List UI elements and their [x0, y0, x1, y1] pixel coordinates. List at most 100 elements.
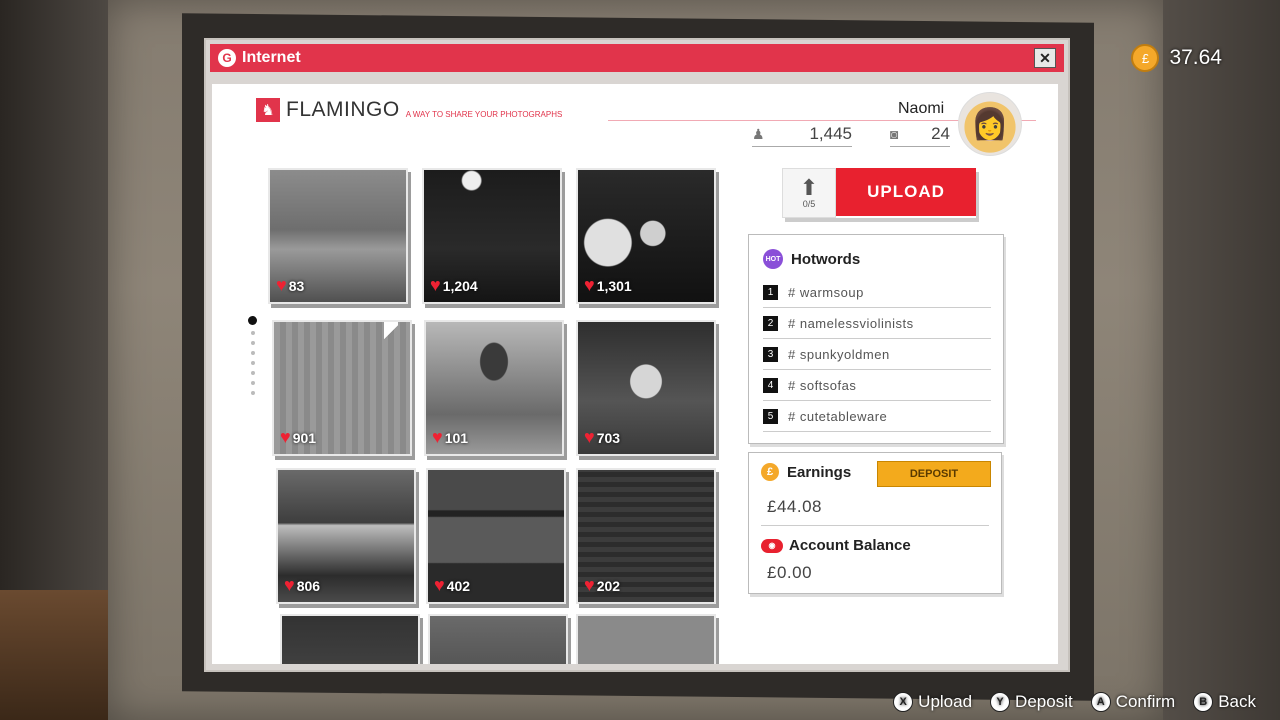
photo-tile[interactable] [428, 614, 568, 664]
upload-button[interactable]: UPLOAD [836, 168, 976, 216]
hud-balance: 37.64 [1169, 46, 1222, 69]
hotword-tag: # softsofas [788, 377, 857, 393]
photo-tile[interactable]: ♥ 1,204 [422, 168, 562, 304]
photo-tile[interactable]: ♥ 83 [268, 168, 408, 304]
photo-tile[interactable]: ♥ 806 [276, 468, 416, 604]
hotword-tag: # warmsoup [788, 284, 864, 300]
photos-count: 24 [931, 124, 950, 143]
mouse-cursor [384, 322, 398, 342]
hint-label: Back [1218, 692, 1256, 711]
heart-icon: ♥ [284, 575, 295, 595]
page-dot[interactable] [250, 371, 255, 375]
earnings-amount: £44.08 [767, 497, 822, 516]
controller-hints: X Upload Y Deposit A Confirm B Back [893, 692, 1256, 712]
pound-coin-icon: £ [1131, 44, 1160, 72]
heart-icon: ♥ [584, 275, 595, 295]
photo-tile[interactable] [576, 614, 716, 664]
hotword-tag: # cutetableware [788, 408, 888, 424]
page-indicator[interactable] [248, 316, 257, 395]
like-count: 202 [596, 577, 621, 594]
y-button-icon: Y [990, 692, 1011, 712]
hint-label: Confirm [1115, 692, 1176, 711]
hotwords-title: Hotwords [791, 250, 861, 268]
hotword-rank: 5 [763, 408, 778, 424]
earnings-title: Earnings [787, 463, 852, 481]
window-title: Internet [242, 49, 301, 66]
followers-count: 1,445 [809, 124, 852, 143]
hotword-item[interactable]: 3 # spunkyoldmen [763, 339, 991, 370]
like-count: 1,301 [596, 277, 632, 294]
page-dot[interactable] [248, 316, 257, 325]
balance-title: Account Balance [789, 537, 911, 554]
hotword-item[interactable]: 5 # cutetableware [763, 401, 991, 432]
deposit-button[interactable]: DEPOSIT [877, 461, 991, 487]
heart-icon: ♥ [584, 575, 595, 595]
brand-tagline: A WAY TO SHARE YOUR PHOTOGRAPHS [405, 109, 563, 119]
flamingo-logo-icon: ♞ [256, 98, 280, 122]
earnings-panel: £ Earnings DEPOSIT £44.08 ◉ Account Bala… [748, 452, 1002, 594]
page-dot[interactable] [250, 351, 255, 355]
x-button-icon: X [893, 692, 914, 712]
page-dot[interactable] [250, 341, 255, 345]
photos-stat: ◙ 24 [890, 124, 950, 147]
brand-name: FLAMINGO [286, 98, 400, 121]
pound-coin-icon: £ [761, 463, 779, 481]
hotword-tag: # spunkyoldmen [788, 346, 890, 362]
photo-tile[interactable]: ♥ 402 [426, 468, 566, 604]
account-balance: £0.00 [767, 563, 813, 582]
upload-count: 0/5 [802, 199, 816, 209]
hotword-item[interactable]: 4 # softsofas [763, 370, 991, 401]
window-titlebar: G Internet ✕ [210, 44, 1064, 72]
like-count: 703 [596, 429, 621, 446]
heart-icon: ♥ [584, 427, 595, 447]
like-count: 101 [444, 429, 469, 446]
hot-badge-icon: HOT [763, 249, 783, 269]
heart-icon: ♥ [430, 275, 441, 295]
room-background-right [1150, 0, 1280, 720]
hint-deposit[interactable]: Y Deposit [990, 692, 1073, 712]
hotword-rank: 2 [763, 315, 778, 331]
hint-confirm[interactable]: A Confirm [1090, 692, 1176, 712]
like-count: 901 [292, 429, 317, 446]
avatar[interactable]: 👩 [958, 92, 1022, 156]
hud-money: £ 37.64 [1131, 44, 1222, 72]
upload-arrow-icon: ⬆ [799, 175, 819, 200]
like-count: 1,204 [442, 277, 478, 294]
a-button-icon: A [1090, 692, 1111, 712]
upload-control: ⬆ 0/5 UPLOAD [782, 168, 976, 218]
heart-icon: ♥ [432, 427, 443, 447]
followers-stat: ♟ 1,445 [752, 124, 852, 147]
heart-icon: ♥ [276, 275, 287, 295]
hotword-rank: 4 [763, 377, 778, 393]
hotwords-panel: HOT Hotwords 1 # warmsoup 2 # namelessvi… [748, 234, 1004, 444]
hint-upload[interactable]: X Upload [893, 692, 972, 712]
hotwords-list: 1 # warmsoup 2 # namelessviolinists 3 # … [763, 277, 991, 432]
hotword-rank: 1 [763, 284, 778, 300]
browser-window: G Internet ✕ ♞ FLAMINGO A WAY TO SHARE Y… [204, 38, 1070, 672]
photo-tile[interactable]: ♥ 202 [576, 468, 716, 604]
hint-back[interactable]: B Back [1193, 692, 1256, 712]
photo-tile[interactable]: ♥ 703 [576, 320, 716, 456]
photo-tile[interactable]: ♥ 101 [424, 320, 564, 456]
followers-icon: ♟ [752, 125, 765, 142]
upload-counter: ⬆ 0/5 [782, 168, 836, 218]
page-dot[interactable] [250, 361, 255, 365]
brand: ♞ FLAMINGO A WAY TO SHARE YOUR PHOTOGRAP… [256, 98, 562, 122]
hint-label: Upload [918, 692, 973, 711]
hotword-item[interactable]: 1 # warmsoup [763, 277, 991, 308]
page-dot[interactable] [250, 381, 255, 385]
like-count: 402 [446, 577, 471, 594]
hotword-item[interactable]: 2 # namelessviolinists [763, 308, 991, 339]
camera-icon: ◙ [890, 126, 899, 142]
photo-tile[interactable]: ♥ 1,301 [576, 168, 716, 304]
piggy-bank-icon: ◉ [761, 538, 783, 553]
page-dot[interactable] [250, 391, 255, 395]
hint-label: Deposit [1015, 692, 1073, 711]
like-count: 83 [288, 277, 305, 294]
b-button-icon: B [1193, 692, 1214, 712]
page-dot[interactable] [250, 331, 255, 335]
flamingo-page: ♞ FLAMINGO A WAY TO SHARE YOUR PHOTOGRAP… [212, 84, 1058, 664]
photo-tile[interactable] [280, 614, 420, 664]
hotword-tag: # namelessviolinists [788, 315, 914, 331]
close-button[interactable]: ✕ [1034, 48, 1056, 68]
